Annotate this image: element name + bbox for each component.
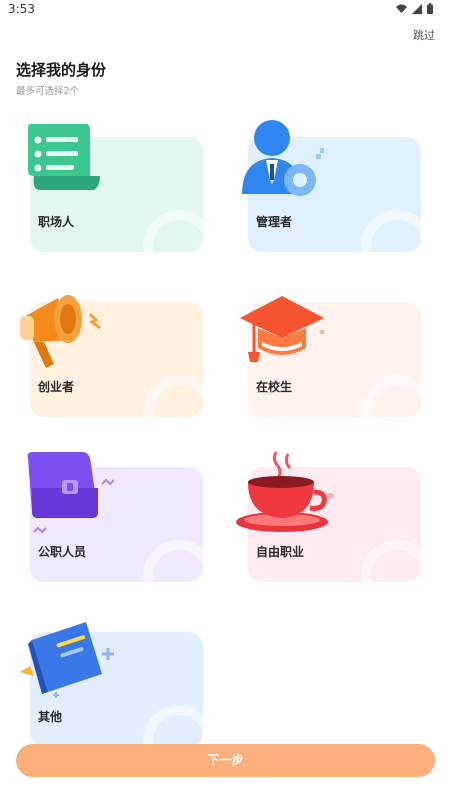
- status-icons: [396, 3, 433, 14]
- wifi-icon: [396, 4, 407, 13]
- option-label: 公职人员: [38, 545, 87, 559]
- status-bar: 3:53: [0, 0, 451, 18]
- book-icon: [20, 622, 114, 698]
- briefcase-icon: [27, 452, 114, 534]
- option-label: 自由职业: [256, 545, 305, 559]
- scroll-checklist-icon: [28, 124, 100, 190]
- skip-button[interactable]: 跳过: [413, 27, 435, 43]
- next-step-button[interactable]: 下一步: [16, 744, 435, 777]
- coffee-cup-icon: [236, 451, 334, 532]
- option-label: 职场人: [38, 215, 75, 229]
- option-label: 创业者: [38, 380, 75, 394]
- graduation-cap-icon: [240, 296, 325, 362]
- status-time: 3:53: [8, 2, 35, 16]
- option-label: 其他: [38, 710, 63, 724]
- battery-icon: [427, 3, 433, 14]
- option-label: 管理者: [256, 215, 293, 229]
- page-subtitle: 最多可选择2个: [16, 86, 80, 97]
- page-title: 选择我的身份: [16, 61, 107, 79]
- manager-gear-icon: [242, 120, 324, 196]
- megaphone-icon: [20, 295, 101, 368]
- option-label: 在校生: [256, 380, 293, 394]
- signal-icon: [412, 3, 422, 14]
